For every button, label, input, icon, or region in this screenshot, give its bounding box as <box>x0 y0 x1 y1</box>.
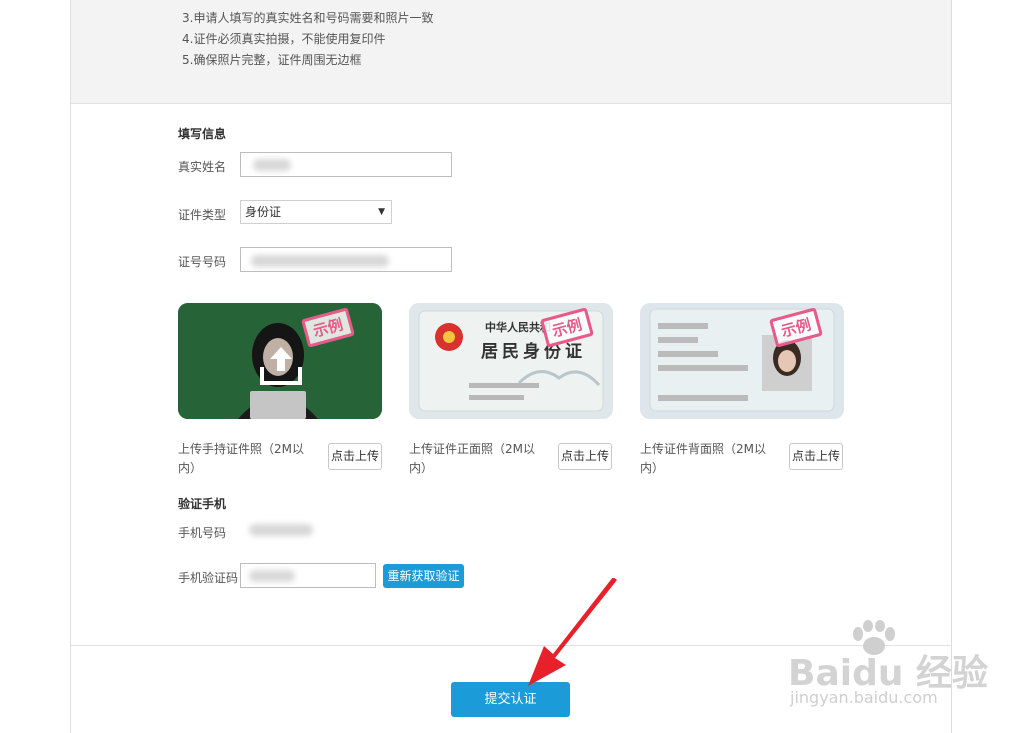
name-input[interactable] <box>240 152 452 177</box>
watermark-url: jingyan.baidu.com <box>790 688 938 707</box>
handheld-photo-sample[interactable]: 示例 <box>178 303 382 419</box>
phone-label: 手机号码 <box>178 526 227 540</box>
id-type-value: 身份证 <box>245 205 282 219</box>
phone-verify-title: 验证手机 <box>178 497 227 511</box>
notice-box: 3.申请人填写的真实姓名和号码需要和照片一致 4.证件必须真实拍摄，不能使用复印… <box>71 0 951 104</box>
fill-info-title: 填写信息 <box>178 127 227 141</box>
id-number-redaction <box>251 255 389 267</box>
notice-line-4: 4.证件必须真实拍摄，不能使用复印件 <box>182 32 386 46</box>
code-redaction <box>249 570 295 582</box>
id-number-input[interactable] <box>240 247 452 272</box>
id-back-sample[interactable]: 示例 <box>640 303 844 419</box>
upload-back-button[interactable]: 点击上传 <box>789 443 843 470</box>
dropdown-arrow-icon: ▼ <box>378 207 385 217</box>
upload-handheld-button[interactable]: 点击上传 <box>328 443 382 470</box>
main-panel: 3.申请人填写的真实姓名和号码需要和照片一致 4.证件必须真实拍摄，不能使用复印… <box>70 0 952 733</box>
upload-caption-handheld: 上传手持证件照（2M以内） <box>178 442 304 475</box>
code-label: 手机验证码 <box>178 571 239 585</box>
resend-code-button[interactable]: 重新获取验证 <box>383 564 464 588</box>
id-front-sample[interactable]: 中华人民共和 居民身份证 示例 <box>409 303 613 419</box>
name-label: 真实姓名 <box>178 160 227 174</box>
code-input[interactable] <box>240 563 376 588</box>
upload-caption-back: 上传证件背面照（2M以内） <box>640 442 766 475</box>
baidu-watermark: Baidu 经验 jingyan.baidu.com <box>788 620 988 712</box>
upload-caption-front: 上传证件正面照（2M以内） <box>409 442 535 475</box>
notice-line-cutoff <box>182 0 186 6</box>
id-type-label: 证件类型 <box>178 208 227 222</box>
phone-redaction <box>249 524 313 536</box>
annotation-arrow <box>528 578 617 686</box>
id-type-select[interactable]: 身份证 ▼ <box>240 200 392 224</box>
notice-line-3: 3.申请人填写的真实姓名和号码需要和照片一致 <box>182 11 434 25</box>
upload-icon <box>260 347 302 385</box>
notice-line-5: 5.确保照片完整，证件周围无边框 <box>182 53 362 67</box>
name-redaction <box>253 159 291 171</box>
id-number-label: 证号号码 <box>178 255 227 269</box>
upload-front-button[interactable]: 点击上传 <box>558 443 612 470</box>
